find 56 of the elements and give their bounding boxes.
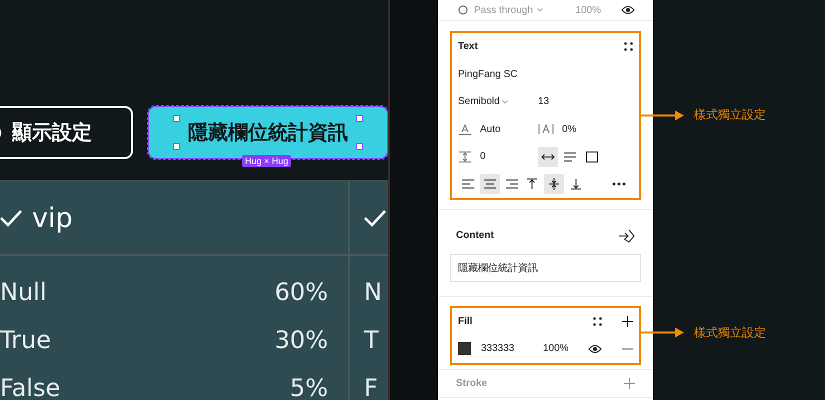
letter-spacing-field[interactable]: 0% xyxy=(562,124,576,135)
line-height-field[interactable]: Auto xyxy=(480,124,501,135)
section-title: Text xyxy=(458,41,478,52)
styles-icon[interactable] xyxy=(624,42,633,52)
value-label: True xyxy=(0,326,51,354)
font-size-field[interactable]: 13 xyxy=(538,96,618,108)
more-icon[interactable] xyxy=(612,182,626,186)
font-weight-dropdown[interactable]: Semibold xyxy=(458,96,538,108)
value-label: Null xyxy=(0,278,46,306)
color-swatch[interactable] xyxy=(458,342,471,356)
column-header: vip xyxy=(32,202,73,234)
text-align-icon xyxy=(462,179,474,190)
value-label: T xyxy=(364,326,379,354)
percentage: 60% xyxy=(274,278,328,306)
vertical-align-icon xyxy=(548,178,560,190)
hide-stats-button[interactable]: 隱藏欄位統計資訊 xyxy=(148,106,388,159)
blend-icon xyxy=(458,5,468,15)
letter-spacing-icon xyxy=(538,123,554,136)
text-align-icon xyxy=(484,179,496,190)
auto-height-icon xyxy=(563,150,577,163)
vertical-align-icon xyxy=(570,178,582,190)
section-title: Fill xyxy=(458,316,472,327)
annotation-label: 樣式獨立設定 xyxy=(694,106,766,124)
size-badge: Hug × Hug xyxy=(242,155,292,167)
content-field[interactable]: 隱藏欄位統計資訊 xyxy=(450,254,641,282)
vertical-align-icon xyxy=(526,178,538,190)
resize-handle[interactable] xyxy=(173,115,180,122)
hex-field[interactable]: 333333 xyxy=(481,343,533,354)
remove-icon[interactable] xyxy=(622,348,633,350)
percentage: 30% xyxy=(274,326,328,354)
annotation-label: 樣式獨立設定 xyxy=(694,324,766,341)
percentage: 5% xyxy=(290,374,328,400)
font-family-dropdown[interactable]: PingFang SC xyxy=(458,68,518,80)
fixed-icon xyxy=(585,150,599,163)
eye-icon[interactable] xyxy=(621,5,635,15)
paragraph-spacing-field[interactable]: 0 xyxy=(480,151,486,162)
fill-opacity-field[interactable]: 100% xyxy=(543,343,569,354)
value-label: N xyxy=(364,278,382,306)
styles-icon[interactable] xyxy=(593,316,602,326)
section-title: Content xyxy=(456,230,494,242)
add-icon[interactable] xyxy=(622,316,633,327)
value-label: False xyxy=(0,374,60,400)
align-center-button[interactable] xyxy=(480,174,500,194)
text-align-icon xyxy=(506,179,518,190)
display-settings-button[interactable]: 顯示設定 xyxy=(0,106,133,159)
value-label: F xyxy=(364,374,378,400)
auto-width-resize-button[interactable] xyxy=(538,146,558,167)
paragraph-spacing-icon xyxy=(458,150,472,163)
resize-handle[interactable] xyxy=(356,143,363,150)
align-middle-button[interactable] xyxy=(544,174,564,194)
section-title: Stroke xyxy=(456,378,488,389)
eye-icon[interactable] xyxy=(588,344,602,354)
line-height-icon xyxy=(458,123,472,136)
resize-handle[interactable] xyxy=(173,143,180,150)
login-icon[interactable] xyxy=(619,228,635,243)
resize-handle[interactable] xyxy=(356,115,363,122)
